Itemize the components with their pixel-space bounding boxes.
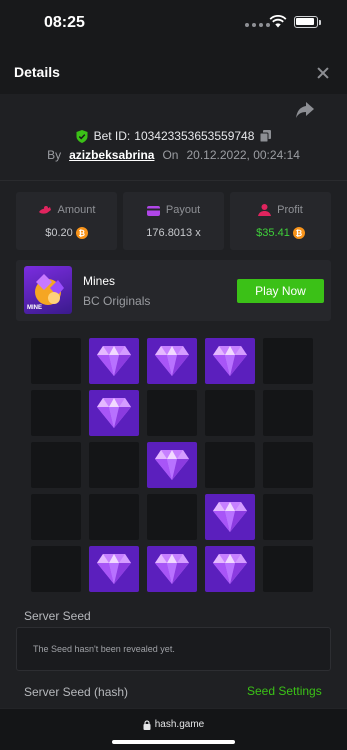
gem-tile [205, 494, 255, 540]
amount-value: $0.20 [45, 227, 73, 239]
divider [0, 180, 347, 181]
empty-tile [205, 442, 255, 488]
empty-tile [147, 390, 197, 436]
copy-icon[interactable] [260, 130, 272, 142]
gem-tile [89, 338, 139, 384]
gem-icon [155, 450, 189, 480]
bet-id-label: Bet ID: [93, 129, 131, 143]
bitcoin-icon: ₿ [75, 227, 88, 239]
game-name: Mines [83, 274, 116, 288]
share-icon[interactable] [294, 100, 316, 120]
status-bar: 08:25 [0, 0, 347, 44]
wallet-icon [146, 205, 160, 216]
amount-icon [38, 205, 51, 214]
game-provider: BC Originals [83, 294, 151, 308]
thumb-tag: MINE [27, 305, 42, 311]
bitcoin-icon: ₿ [292, 227, 305, 239]
bet-author-row: By azizbeksabrina On 20.12.2022, 00:24:1… [0, 148, 347, 162]
empty-tile [263, 546, 313, 592]
gem-icon [213, 554, 247, 584]
page-title: Details [14, 64, 60, 80]
shield-check-icon [76, 129, 88, 143]
empty-tile [263, 338, 313, 384]
empty-tile [263, 442, 313, 488]
payout-stat: Payout 176.8013 x [123, 192, 224, 250]
play-now-button[interactable]: Play Now [237, 279, 324, 303]
gem-icon [97, 398, 131, 428]
amount-label: Amount [57, 204, 96, 216]
gem-tile [147, 338, 197, 384]
gem-icon [213, 346, 247, 376]
empty-tile [31, 442, 81, 488]
payout-label: Payout [165, 204, 201, 216]
empty-tile [31, 494, 81, 540]
empty-tile [31, 390, 81, 436]
gem-tile [147, 442, 197, 488]
gem-tile [89, 546, 139, 592]
gem-tile [89, 390, 139, 436]
empty-tile [205, 390, 255, 436]
seed-settings-link[interactable]: Seed Settings [247, 684, 322, 698]
server-seed-hash-label: Server Seed (hash) [24, 685, 129, 699]
game-card: MINE Mines BC Originals Play Now [16, 260, 331, 321]
empty-tile [263, 494, 313, 540]
empty-tile [89, 442, 139, 488]
gem-icon [155, 346, 189, 376]
on-label: On [162, 148, 179, 162]
empty-tile [31, 546, 81, 592]
bet-id-value: 103423353653559748 [134, 129, 255, 143]
by-label: By [47, 148, 62, 162]
details-header: Details [0, 44, 347, 94]
bet-date: 20.12.2022, 00:24:14 [186, 148, 300, 162]
bet-id-row: Bet ID: 103423353653559748 [0, 127, 347, 145]
server-seed-text: The Seed hasn't been revealed yet. [33, 644, 175, 654]
profit-stat: Profit $35.41 ₿ [230, 192, 331, 250]
signal-icon [245, 23, 270, 27]
payout-value: 176.8013 x [146, 227, 201, 239]
profit-value: $35.41 [256, 227, 290, 239]
amount-stat: Amount $0.20 ₿ [16, 192, 117, 250]
lock-icon [143, 719, 151, 730]
profit-icon [258, 204, 272, 216]
gem-tile [205, 338, 255, 384]
empty-tile [263, 390, 313, 436]
empty-tile [89, 494, 139, 540]
username-link[interactable]: azizbeksabrina [69, 148, 154, 162]
game-thumbnail[interactable]: MINE [24, 266, 72, 314]
gem-tile [205, 546, 255, 592]
empty-tile [147, 494, 197, 540]
bet-stats: Amount $0.20 ₿ Payout 176.8013 x Profit [16, 192, 331, 250]
profit-label: Profit [277, 204, 303, 216]
gem-icon [97, 346, 131, 376]
url-text: hash.game [154, 719, 205, 730]
gem-icon [213, 502, 247, 532]
wifi-icon [269, 15, 287, 28]
server-seed-label: Server Seed [24, 609, 91, 623]
battery-icon [294, 16, 321, 28]
server-seed-field: The Seed hasn't been revealed yet. [16, 627, 331, 671]
empty-tile [31, 338, 81, 384]
status-time: 08:25 [44, 14, 85, 31]
mines-grid [31, 338, 314, 592]
home-indicator[interactable] [112, 740, 235, 744]
gem-tile [147, 546, 197, 592]
gem-icon [155, 554, 189, 584]
gem-icon [97, 554, 131, 584]
close-icon[interactable] [312, 62, 334, 84]
